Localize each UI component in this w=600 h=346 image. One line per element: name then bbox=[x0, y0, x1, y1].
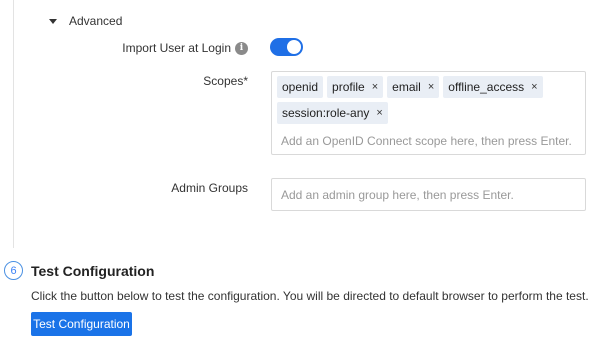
scope-tag-label: openid bbox=[282, 80, 319, 94]
remove-tag-icon[interactable]: × bbox=[531, 81, 537, 93]
scope-tag-label: session:role-any bbox=[282, 106, 370, 120]
step-title: Test Configuration bbox=[31, 263, 155, 279]
step-number-badge: 6 bbox=[4, 261, 23, 280]
scopes-input-placeholder[interactable]: Add an OpenID Connect scope here, then p… bbox=[277, 134, 580, 148]
scopes-label: Scopes* bbox=[203, 74, 248, 88]
scope-tag: email × bbox=[387, 76, 440, 98]
toggle-knob bbox=[287, 40, 301, 54]
admin-groups-placeholder: Add an admin group here, then press Ente… bbox=[281, 187, 514, 202]
scope-tag: offline_access × bbox=[443, 76, 543, 98]
admin-groups-label: Admin Groups bbox=[171, 181, 248, 195]
step-connector-line bbox=[13, 0, 14, 248]
scopes-tag-input[interactable]: openid profile × email × offline_access × sessi… bbox=[271, 71, 586, 155]
scope-tag-label: offline_access bbox=[448, 80, 525, 94]
scope-tag-label: profile bbox=[332, 80, 365, 94]
import-user-toggle[interactable] bbox=[270, 38, 303, 56]
scope-tag: openid bbox=[277, 76, 324, 98]
scope-tag-list: openid profile × email × offline_access × sessi… bbox=[277, 76, 580, 128]
remove-tag-icon[interactable]: × bbox=[428, 81, 434, 93]
test-configuration-button[interactable]: Test Configuration bbox=[31, 312, 132, 336]
step-description: Click the button below to test the confi… bbox=[31, 289, 589, 303]
scope-tag: session:role-any × bbox=[277, 102, 388, 124]
caret-down-icon bbox=[49, 18, 57, 24]
import-user-label: Import User at Login i bbox=[122, 41, 248, 55]
admin-groups-input[interactable]: Add an admin group here, then press Ente… bbox=[271, 178, 586, 211]
remove-tag-icon[interactable]: × bbox=[376, 107, 382, 119]
scope-tag-label: email bbox=[392, 80, 421, 94]
scope-tag: profile × bbox=[327, 76, 384, 98]
remove-tag-icon[interactable]: × bbox=[372, 81, 378, 93]
advanced-section-label: Advanced bbox=[69, 14, 123, 28]
info-icon[interactable]: i bbox=[235, 41, 248, 55]
advanced-section-toggle[interactable]: Advanced bbox=[49, 14, 122, 28]
